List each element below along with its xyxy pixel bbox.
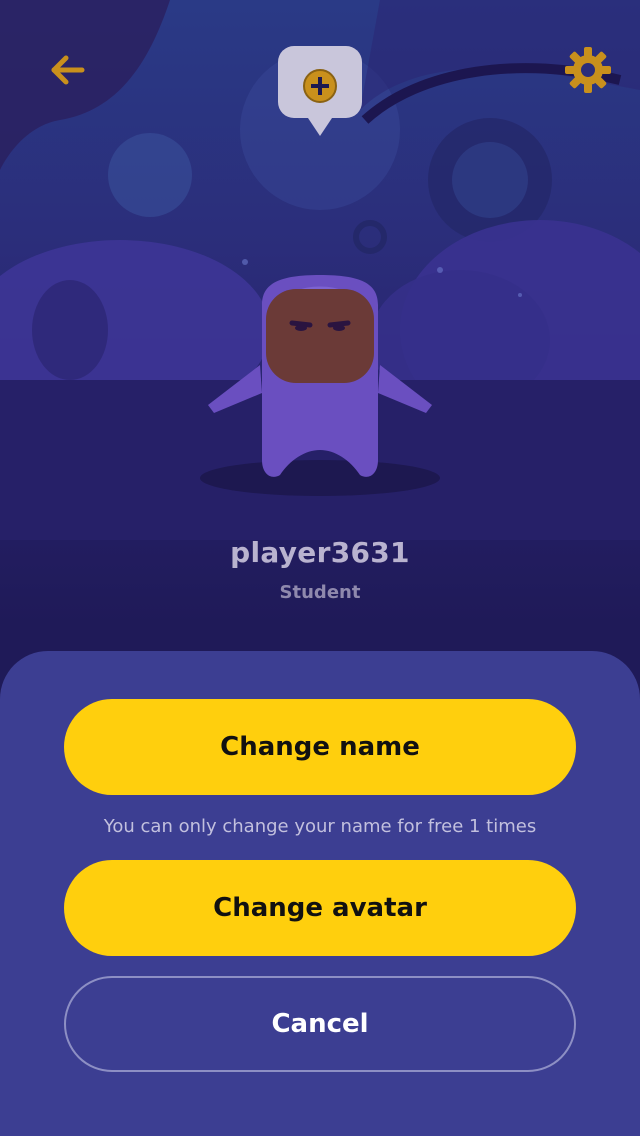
arrow-left-icon: [51, 55, 85, 85]
settings-button[interactable]: [558, 40, 618, 100]
role-label: Student: [279, 582, 361, 603]
change-name-button[interactable]: Change name: [64, 699, 576, 795]
cancel-button[interactable]: Cancel: [64, 976, 576, 1072]
change-avatar-button[interactable]: Change avatar: [64, 860, 576, 956]
name-change-hint: You can only change your name for free 1…: [103, 816, 537, 837]
avatar-character: [208, 275, 432, 477]
add-avatar-button[interactable]: [278, 46, 362, 138]
gear-icon: [565, 47, 611, 93]
plus-circle-icon: [278, 46, 362, 136]
back-button[interactable]: [40, 40, 100, 100]
username-label: player3631: [230, 536, 410, 569]
profile-screen: player3631 Student Change name You can o…: [0, 0, 640, 1136]
